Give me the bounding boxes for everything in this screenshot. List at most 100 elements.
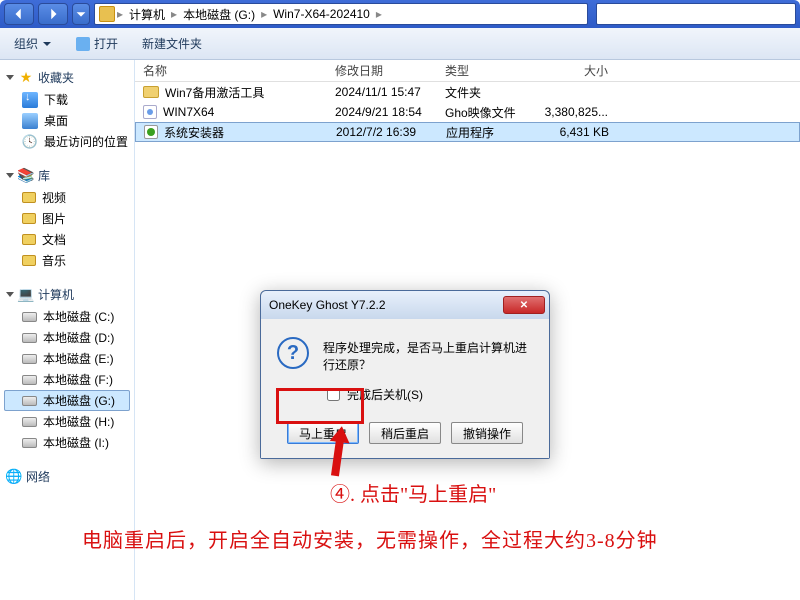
sidebar-item-drive-g[interactable]: 本地磁盘 (G:)	[4, 390, 130, 411]
question-icon: ?	[277, 337, 309, 369]
sidebar-item-label: 桌面	[44, 112, 68, 129]
sidebar-item-drive-d[interactable]: 本地磁盘 (D:)	[4, 327, 130, 348]
breadcrumb-sep-icon: ▸	[117, 7, 123, 21]
breadcrumb-computer[interactable]: 计算机	[125, 6, 169, 23]
sidebar-item-label: 本地磁盘 (C:)	[43, 308, 114, 325]
shutdown-checkbox[interactable]	[327, 388, 340, 401]
drive-icon	[22, 333, 37, 343]
file-name: 系统安装器	[164, 124, 224, 141]
nav-forward-button[interactable]	[38, 3, 68, 25]
sidebar-item-drive-i[interactable]: 本地磁盘 (I:)	[4, 432, 130, 453]
column-header-type[interactable]: 类型	[445, 62, 540, 79]
breadcrumb-sep-icon: ▸	[171, 7, 177, 21]
onekey-ghost-dialog: OneKey Ghost Y7.2.2 ✕ ? 程序处理完成，是否马上重启计算机…	[260, 290, 550, 459]
drive-icon	[22, 375, 37, 385]
sidebar-favorites-header[interactable]: ★收藏夹	[4, 66, 130, 89]
checkbox-label: 完成后关机(S)	[347, 386, 423, 403]
open-label: 打开	[94, 35, 118, 52]
sidebar-item-music[interactable]: 音乐	[4, 250, 130, 271]
sidebar-item-pictures[interactable]: 图片	[4, 208, 130, 229]
sidebar-item-downloads[interactable]: 下载	[4, 89, 130, 110]
explorer-toolbar: 组织 打开 新建文件夹	[0, 28, 800, 60]
desktop-icon	[22, 113, 38, 129]
file-type: 应用程序	[446, 124, 541, 141]
annotation-note-text: 电脑重启后，开启全自动安装，无需操作，全过程大约3-8分钟	[82, 524, 658, 553]
sidebar-item-recent[interactable]: 🕓最近访问的位置	[4, 131, 130, 152]
breadcrumb-folder[interactable]: Win7-X64-202410	[269, 7, 374, 21]
sidebar-item-label: 本地磁盘 (I:)	[43, 434, 109, 451]
dialog-body: ? 程序处理完成，是否马上重启计算机进行还原？	[261, 319, 549, 381]
column-header-date[interactable]: 修改日期	[335, 62, 445, 79]
library-icon: 📚	[18, 168, 34, 184]
sidebar-item-drive-c[interactable]: 本地磁盘 (C:)	[4, 306, 130, 327]
star-icon: ★	[18, 70, 34, 86]
file-size: 3,380,825...	[540, 105, 620, 119]
sidebar-item-drive-f[interactable]: 本地磁盘 (F:)	[4, 369, 130, 390]
column-headers: 名称 修改日期 类型 大小	[135, 60, 800, 82]
file-date: 2012/7/2 16:39	[336, 125, 446, 139]
recent-icon: 🕓	[22, 134, 38, 150]
new-folder-button[interactable]: 新建文件夹	[136, 33, 208, 54]
nav-history-button[interactable]	[72, 3, 90, 25]
sidebar-item-label: 本地磁盘 (G:)	[43, 392, 115, 409]
exe-file-icon	[144, 125, 158, 139]
dialog-title: OneKey Ghost Y7.2.2	[269, 298, 386, 312]
navigation-sidebar: ★收藏夹 下载 桌面 🕓最近访问的位置 📚库 视频 图片 文档 音乐 💻计算机 …	[0, 60, 135, 600]
sidebar-item-label: 音乐	[42, 252, 66, 269]
dialog-checkbox-row: 完成后关机(S)	[261, 381, 549, 416]
dialog-titlebar[interactable]: OneKey Ghost Y7.2.2 ✕	[261, 291, 549, 319]
network-label: 网络	[26, 468, 50, 485]
drive-icon	[22, 354, 37, 364]
computer-label: 计算机	[38, 286, 74, 303]
folder-icon	[143, 86, 159, 98]
sidebar-libraries-header[interactable]: 📚库	[4, 164, 130, 187]
folder-icon	[22, 213, 36, 224]
file-row[interactable]: Win7备用激活工具 2024/11/1 15:47 文件夹	[135, 82, 800, 102]
column-header-name[interactable]: 名称	[135, 62, 335, 79]
restart-now-button[interactable]: 马上重启	[287, 422, 359, 444]
new-folder-label: 新建文件夹	[142, 35, 202, 52]
sidebar-item-documents[interactable]: 文档	[4, 229, 130, 250]
open-button[interactable]: 打开	[70, 33, 124, 54]
file-row[interactable]: WIN7X64 2024/9/21 18:54 Gho映像文件 3,380,82…	[135, 102, 800, 122]
file-type: Gho映像文件	[445, 104, 540, 121]
sidebar-item-desktop[interactable]: 桌面	[4, 110, 130, 131]
breadcrumb-drive[interactable]: 本地磁盘 (G:)	[179, 6, 259, 23]
restart-later-button[interactable]: 稍后重启	[369, 422, 441, 444]
sidebar-item-drive-h[interactable]: 本地磁盘 (H:)	[4, 411, 130, 432]
organize-button[interactable]: 组织	[8, 33, 58, 54]
sidebar-item-drive-e[interactable]: 本地磁盘 (E:)	[4, 348, 130, 369]
sidebar-item-label: 本地磁盘 (F:)	[43, 371, 113, 388]
chevron-down-icon	[42, 39, 52, 49]
folder-icon	[22, 234, 36, 245]
open-icon	[76, 37, 90, 51]
sidebar-computer-header[interactable]: 💻计算机	[4, 283, 130, 306]
sidebar-network-header[interactable]: 🌐网络	[4, 465, 130, 488]
sidebar-item-label: 本地磁盘 (E:)	[43, 350, 114, 367]
window-titlebar: ▸ 计算机 ▸ 本地磁盘 (G:) ▸ Win7-X64-202410 ▸	[0, 0, 800, 28]
breadcrumb-sep-icon: ▸	[376, 7, 382, 21]
organize-label: 组织	[14, 35, 38, 52]
file-name: Win7备用激活工具	[165, 84, 264, 101]
file-row[interactable]: 系统安装器 2012/7/2 16:39 应用程序 6,431 KB	[135, 122, 800, 142]
file-date: 2024/9/21 18:54	[335, 105, 445, 119]
cancel-operation-button[interactable]: 撤销操作	[451, 422, 523, 444]
file-size: 6,431 KB	[541, 125, 621, 139]
drive-icon	[99, 6, 115, 22]
drive-icon	[22, 312, 37, 322]
drive-icon	[22, 438, 37, 448]
sidebar-item-videos[interactable]: 视频	[4, 187, 130, 208]
collapse-icon	[6, 173, 14, 178]
collapse-icon	[6, 75, 14, 80]
sidebar-item-label: 本地磁盘 (H:)	[43, 413, 114, 430]
search-input[interactable]	[596, 3, 796, 25]
download-icon	[22, 92, 38, 108]
nav-back-button[interactable]	[4, 3, 34, 25]
dialog-close-button[interactable]: ✕	[503, 296, 545, 314]
column-header-size[interactable]: 大小	[540, 62, 620, 79]
sidebar-item-label: 文档	[42, 231, 66, 248]
breadcrumb-sep-icon: ▸	[261, 7, 267, 21]
favorites-label: 收藏夹	[38, 69, 74, 86]
address-bar[interactable]: ▸ 计算机 ▸ 本地磁盘 (G:) ▸ Win7-X64-202410 ▸	[94, 3, 588, 25]
drive-icon	[22, 417, 37, 427]
